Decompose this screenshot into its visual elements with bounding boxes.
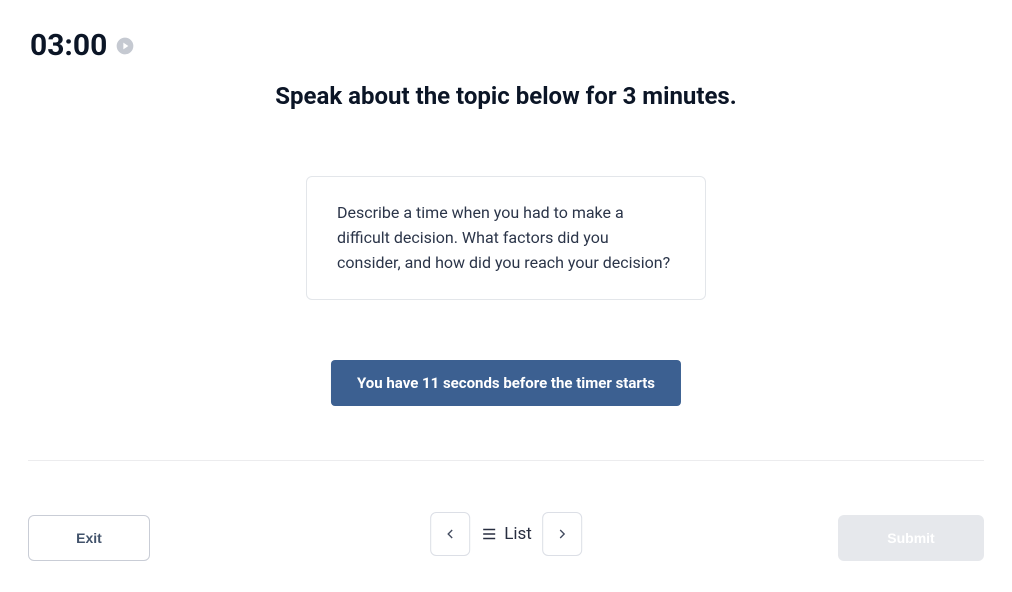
footer: Exit List Submit xyxy=(28,512,984,564)
timer-area: 03:00 xyxy=(30,28,135,63)
footer-divider xyxy=(28,460,984,461)
prompt-text: Describe a time when you had to make a d… xyxy=(337,201,675,275)
center-navigation: List xyxy=(430,512,582,556)
prev-button[interactable] xyxy=(430,512,470,556)
chevron-right-icon xyxy=(554,526,570,542)
list-icon xyxy=(480,525,498,543)
next-button[interactable] xyxy=(542,512,582,556)
play-icon[interactable] xyxy=(115,36,135,56)
instruction-heading: Speak about the topic below for 3 minute… xyxy=(0,82,1012,110)
exit-button[interactable]: Exit xyxy=(28,515,150,561)
list-button[interactable]: List xyxy=(480,524,532,544)
chevron-left-icon xyxy=(442,526,458,542)
timer-display: 03:00 xyxy=(30,28,107,63)
countdown-banner: You have 11 seconds before the timer sta… xyxy=(331,360,681,406)
list-label: List xyxy=(504,524,532,544)
submit-button[interactable]: Submit xyxy=(838,515,984,561)
page-root: 03:00 Speak about the topic below for 3 … xyxy=(0,0,1012,592)
prompt-card: Describe a time when you had to make a d… xyxy=(306,176,706,300)
